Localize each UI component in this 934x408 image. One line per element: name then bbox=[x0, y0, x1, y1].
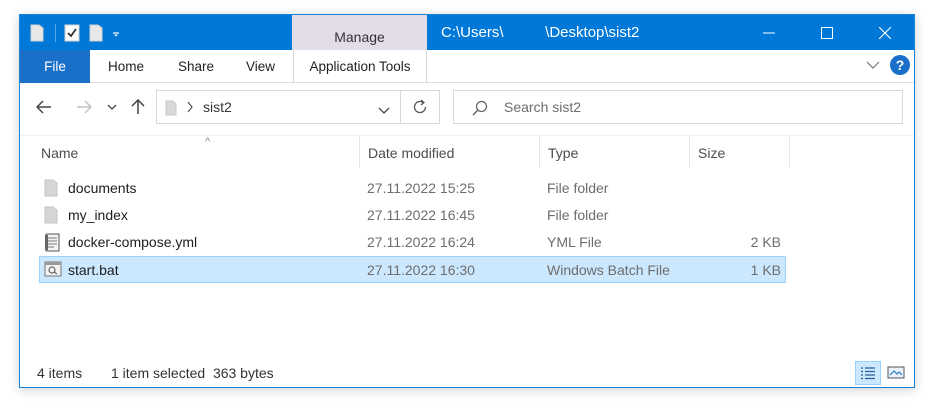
column-size-label: Size bbox=[698, 145, 726, 161]
refresh-icon bbox=[413, 99, 427, 114]
search-input[interactable]: Search sist2 bbox=[504, 91, 581, 124]
tab-application-tools[interactable]: Application Tools bbox=[293, 50, 427, 83]
window-title: C:\Users\ \Desktop\sist2 bbox=[441, 24, 640, 41]
file-row-documents[interactable]: documents 27.11.2022 15:25 File folder bbox=[39, 175, 786, 202]
details-view-icon bbox=[861, 367, 875, 380]
manage-tab-label: Manage bbox=[334, 28, 385, 45]
folder-icon bbox=[44, 179, 62, 198]
quick-access-toolbar bbox=[30, 23, 129, 43]
file-date: 27.11.2022 15:25 bbox=[367, 180, 475, 196]
sort-ascending-icon: ^ bbox=[205, 136, 211, 148]
up-arrow-icon[interactable] bbox=[130, 96, 146, 118]
large-icons-view-button[interactable] bbox=[883, 361, 909, 385]
address-dropdown-icon[interactable] bbox=[378, 102, 390, 118]
file-name: docker-compose.yml bbox=[68, 234, 198, 250]
address-bar[interactable]: sist2 bbox=[156, 90, 401, 124]
column-header-type[interactable]: Type bbox=[540, 136, 690, 168]
title-bar: Manage C:\Users\ \Desktop\sist2 bbox=[20, 15, 914, 50]
file-row-docker-compose[interactable]: docker-compose.yml 27.11.2022 16:24 YML … bbox=[39, 229, 786, 256]
tab-share[interactable]: Share bbox=[178, 50, 214, 83]
batch-file-icon bbox=[44, 260, 62, 279]
ribbon-right-controls: ? bbox=[866, 55, 910, 75]
column-header-row: ^ Name Date modified Type Size bbox=[20, 135, 914, 169]
address-folder-icon bbox=[165, 100, 177, 119]
file-row-my-index[interactable]: my_index 27.11.2022 16:45 File folder bbox=[39, 202, 786, 229]
text-file-icon bbox=[44, 233, 62, 252]
refresh-button[interactable] bbox=[400, 90, 440, 124]
column-header-size[interactable]: Size bbox=[690, 136, 790, 168]
column-name-label: Name bbox=[41, 145, 79, 161]
column-header-date-modified[interactable]: Date modified bbox=[360, 136, 540, 168]
manage-context-tab[interactable]: Manage bbox=[292, 15, 427, 50]
properties-check-icon[interactable] bbox=[64, 23, 80, 43]
minimize-button[interactable] bbox=[740, 15, 798, 50]
search-icon bbox=[472, 100, 488, 119]
file-name: my_index bbox=[68, 207, 128, 223]
file-date: 27.11.2022 16:30 bbox=[367, 262, 475, 278]
maximize-button[interactable] bbox=[798, 15, 856, 50]
file-size: 2 KB bbox=[750, 234, 781, 250]
column-type-label: Type bbox=[548, 145, 579, 161]
search-box[interactable]: Search sist2 bbox=[453, 90, 903, 124]
new-folder-icon[interactable] bbox=[89, 23, 103, 43]
tab-home[interactable]: Home bbox=[108, 50, 144, 83]
column-date-label: Date modified bbox=[368, 145, 455, 161]
window-controls bbox=[740, 15, 914, 50]
forward-arrow-icon[interactable] bbox=[74, 96, 94, 118]
file-date: 27.11.2022 16:24 bbox=[367, 234, 475, 250]
status-bar: 4 items 1 item selected 363 bytes bbox=[20, 359, 914, 387]
qat-separator bbox=[55, 24, 56, 42]
close-button[interactable] bbox=[856, 15, 914, 50]
back-arrow-icon[interactable] bbox=[34, 96, 54, 118]
file-size: 1 KB bbox=[750, 262, 781, 278]
file-type: Windows Batch File bbox=[547, 262, 670, 278]
maximize-icon bbox=[821, 26, 833, 39]
qat-dropdown-icon[interactable] bbox=[112, 23, 120, 43]
minimize-icon bbox=[763, 32, 775, 33]
file-row-start-bat[interactable]: start.bat 27.11.2022 16:30 Windows Batch… bbox=[39, 256, 786, 283]
column-header-name[interactable]: ^ Name bbox=[33, 136, 360, 168]
breadcrumb-chevron-icon[interactable] bbox=[186, 100, 194, 116]
item-count: 4 items bbox=[37, 365, 83, 381]
file-date: 27.11.2022 16:45 bbox=[367, 207, 475, 223]
navigation-bar: sist2 Search sist2 bbox=[20, 84, 914, 134]
details-view-button[interactable] bbox=[855, 361, 881, 385]
large-icons-view-icon bbox=[887, 366, 905, 379]
file-type: File folder bbox=[547, 180, 609, 196]
tab-file[interactable]: File bbox=[20, 50, 90, 83]
folder-icon bbox=[44, 206, 62, 225]
file-type: File folder bbox=[547, 207, 609, 223]
close-icon bbox=[879, 26, 891, 39]
tab-view[interactable]: View bbox=[246, 50, 275, 83]
recent-locations-chevron-icon[interactable] bbox=[106, 96, 118, 118]
expand-ribbon-chevron-icon[interactable] bbox=[866, 57, 880, 73]
help-icon[interactable]: ? bbox=[890, 55, 910, 75]
file-name: start.bat bbox=[68, 262, 119, 278]
breadcrumb-sist2[interactable]: sist2 bbox=[203, 91, 232, 124]
explorer-window: Manage C:\Users\ \Desktop\sist2 File Hom… bbox=[19, 14, 915, 388]
selection-info: 1 item selected 363 bytes bbox=[111, 365, 274, 381]
ribbon-tabs: File Home Share View Application Tools ? bbox=[20, 50, 914, 83]
file-type: YML File bbox=[547, 234, 602, 250]
folder-icon[interactable] bbox=[30, 23, 44, 43]
file-name: documents bbox=[68, 180, 137, 196]
